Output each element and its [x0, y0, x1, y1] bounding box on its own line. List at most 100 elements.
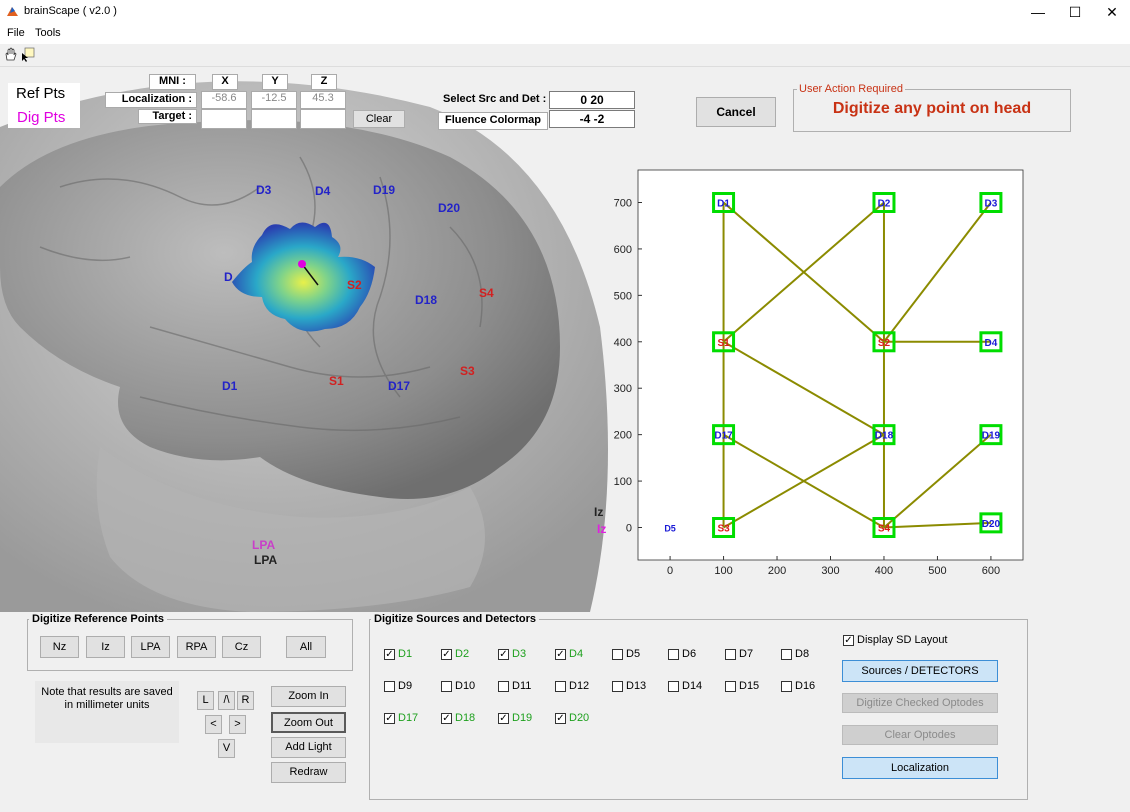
localization-label: Localization : — [105, 92, 197, 108]
plot-area — [637, 169, 1024, 561]
cancel-button[interactable]: Cancel — [696, 97, 776, 127]
target-z-input[interactable] — [300, 109, 346, 129]
data-cursor-icon[interactable] — [20, 47, 35, 62]
dig-label-lpa: LPA — [252, 538, 275, 552]
toolbar — [0, 44, 1130, 67]
minimize-button[interactable]: — — [1020, 0, 1056, 24]
menu-file[interactable]: File — [7, 27, 25, 39]
menu-tools[interactable]: Tools — [35, 27, 61, 39]
checkbox-d4[interactable]: ✓ — [555, 649, 566, 660]
src-det-label: Select Src and Det : — [443, 93, 547, 105]
zoom-out-button[interactable]: Zoom Out — [271, 712, 346, 733]
optode-label-d4: D4 — [985, 338, 998, 349]
checkbox-label-d9: D9 — [398, 680, 413, 692]
localization-y-value: -12.5 — [251, 91, 297, 109]
add-light-button[interactable]: Add Light — [271, 737, 346, 758]
mni-label: MNI : — [149, 74, 196, 90]
checkbox-label-d15: D15 — [739, 680, 760, 692]
menu-bar — [0, 24, 1130, 44]
checkbox-d9[interactable] — [384, 681, 395, 692]
optode-label-d19: D19 — [982, 431, 1001, 442]
rotate-right-button[interactable]: R — [237, 691, 254, 710]
optode-label-s1: S1 — [717, 338, 730, 349]
checkbox-d13[interactable] — [612, 681, 623, 692]
brain-label-d1: D1 — [222, 379, 238, 393]
redraw-button[interactable]: Redraw — [271, 762, 346, 783]
checkbox-d15[interactable] — [725, 681, 736, 692]
units-note: Note that results are saved in millimete… — [41, 686, 173, 711]
y-tick-label: 700 — [614, 198, 632, 210]
checkbox-label-d11: D11 — [512, 680, 532, 692]
clear-target-button[interactable]: Clear — [353, 110, 405, 128]
y-tick-label: 400 — [614, 337, 632, 349]
lpa-button[interactable]: LPA — [131, 636, 170, 658]
zoom-in-button[interactable]: Zoom In — [271, 686, 346, 707]
checkbox-label-d10: D10 — [455, 680, 476, 692]
optode-label-s2: S2 — [878, 338, 891, 349]
pan-hand-icon[interactable] — [3, 47, 18, 62]
rotate-left-button[interactable]: L — [197, 691, 214, 710]
checkbox-d19[interactable]: ✓ — [498, 713, 509, 724]
clear-optodes-button[interactable]: Clear Optodes — [842, 725, 998, 745]
checkbox-d6[interactable] — [668, 649, 679, 660]
checkbox-d10[interactable] — [441, 681, 452, 692]
maximize-button[interactable]: ☐ — [1057, 0, 1093, 24]
x-tick-label: 500 — [928, 565, 946, 577]
checkbox-label-d4: D4 — [569, 648, 584, 660]
checkbox-label-d14: D14 — [682, 680, 703, 692]
checkbox-d11[interactable] — [498, 681, 509, 692]
checkbox-d18[interactable]: ✓ — [441, 713, 452, 724]
sources-detectors-button[interactable]: Sources / DETECTORS — [842, 660, 998, 682]
brain-label-d3: D3 — [256, 183, 272, 197]
window-title: brainScape ( v2.0 ) — [24, 5, 117, 17]
checkbox-d17[interactable]: ✓ — [384, 713, 395, 724]
brain-label-s2: S2 — [347, 278, 362, 292]
target-x-input[interactable] — [201, 109, 247, 129]
target-y-input[interactable] — [251, 109, 297, 129]
checkbox-label-d17: D17 — [398, 712, 419, 724]
checkbox-d12[interactable] — [555, 681, 566, 692]
pan-left-button[interactable]: < — [205, 715, 222, 734]
y-tick-label: 600 — [614, 244, 632, 256]
brain-label-d19: D19 — [373, 183, 395, 197]
x-tick-label: 200 — [768, 565, 786, 577]
y-tick-label: 500 — [614, 290, 632, 302]
sd-layout-plot[interactable]: 0 100 200 300 400 500 600 0 100 200 300 400 500 600 70… — [605, 165, 1030, 585]
rotate-down-button[interactable]: V — [218, 739, 235, 758]
cz-button[interactable]: Cz — [222, 636, 261, 658]
title-bar — [0, 0, 1130, 24]
optode-label-d18: D18 — [875, 431, 894, 442]
matlab-app-icon — [7, 7, 18, 16]
localization-button[interactable]: Localization — [842, 757, 998, 779]
checkbox-d16[interactable] — [781, 681, 792, 692]
checkbox-d7[interactable] — [725, 649, 736, 660]
checkbox-label-d6: D6 — [682, 648, 697, 660]
nz-button[interactable]: Nz — [40, 636, 79, 658]
digitize-checked-optodes-button[interactable]: Digitize Checked Optodes — [842, 693, 998, 713]
checkbox-label-d20: D20 — [569, 712, 590, 724]
checkbox-d14[interactable] — [668, 681, 679, 692]
pan-right-button[interactable]: > — [229, 715, 246, 734]
x-tick-label: 400 — [875, 565, 893, 577]
brain-label-s3: S3 — [460, 364, 475, 378]
reference-points-title: Digitize Reference Points — [29, 613, 168, 625]
rotate-up-button[interactable]: /\ — [218, 691, 235, 710]
iz-button[interactable]: Iz — [86, 636, 125, 658]
optode-label-s4: S4 — [878, 524, 891, 535]
checkbox-label-d13: D13 — [626, 680, 647, 692]
fluence-colormap-input[interactable]: -4 -2 — [549, 110, 635, 128]
checkbox-d3[interactable]: ✓ — [498, 649, 509, 660]
checkbox-d8[interactable] — [781, 649, 792, 660]
brain-3d-view[interactable]: D3 D4 D19 D20 D S2 D18 S4 D1 S1 D17 S3 I… — [0, 67, 630, 612]
checkbox-d5[interactable] — [612, 649, 623, 660]
all-button[interactable]: All — [286, 636, 326, 658]
display-sd-layout-checkbox[interactable]: ✓ — [843, 635, 854, 646]
checkbox-d1[interactable]: ✓ — [384, 649, 395, 660]
src-det-input[interactable]: 0 20 — [549, 91, 635, 109]
brain-label-s1: S1 — [329, 374, 344, 388]
rpa-button[interactable]: RPA — [177, 636, 216, 658]
close-button[interactable]: ✕ — [1094, 0, 1130, 24]
checkbox-d2[interactable]: ✓ — [441, 649, 452, 660]
optode-label-d17: D17 — [714, 431, 733, 442]
checkbox-d20[interactable]: ✓ — [555, 713, 566, 724]
